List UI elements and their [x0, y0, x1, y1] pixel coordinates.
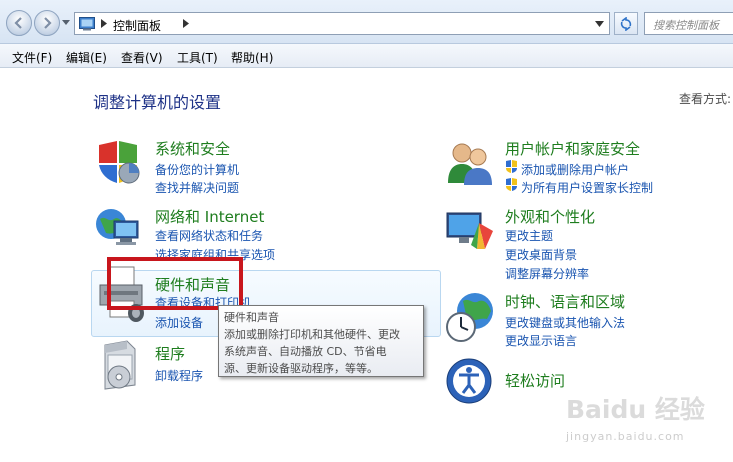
- forward-arrow-icon: [44, 17, 52, 29]
- programs-icon: [104, 340, 136, 390]
- globe-clock-icon: [446, 293, 493, 342]
- control-panel-icon: [79, 17, 95, 31]
- search-input[interactable]: 搜索控制面板: [644, 12, 733, 35]
- tooltip-hardware-sound: 硬件和声音 添加或删除打印机和其他硬件、更改 系统声音、自动播放 CD、节省电 …: [218, 305, 424, 377]
- forward-button[interactable]: [34, 10, 60, 36]
- link-troubleshoot[interactable]: 查找并解决问题: [155, 179, 239, 196]
- link-desktop-background[interactable]: 更改桌面背景: [505, 246, 577, 263]
- link-change-keyboard[interactable]: 更改键盘或其他输入法: [505, 314, 625, 331]
- address-dropdown-icon[interactable]: [595, 21, 604, 27]
- link-network-status[interactable]: 查看网络状态和任务: [155, 227, 263, 244]
- page-title: 调整计算机的设置: [93, 93, 222, 112]
- control-panel-content: 调整计算机的设置 查看方式: 系统和安全 备份您的计算机 查找并解决问题 网络和…: [0, 69, 733, 462]
- highlight-frame: [107, 257, 243, 310]
- ease-of-access-icon: [446, 358, 492, 404]
- watermark-url: jingyan.baidu.com: [566, 430, 685, 443]
- category-ease-of-access[interactable]: 轻松访问: [505, 370, 565, 391]
- category-clock-language-region[interactable]: 时钟、语言和区域: [505, 291, 625, 312]
- menu-edit[interactable]: 编辑(E): [66, 49, 107, 66]
- menu-file[interactable]: 文件(F): [12, 49, 52, 66]
- link-add-remove-accounts[interactable]: 添加或删除用户帐户: [521, 161, 629, 178]
- shield-icon: [99, 141, 140, 184]
- category-programs[interactable]: 程序: [155, 343, 185, 364]
- recent-pages-dropdown-icon[interactable]: [62, 18, 70, 26]
- link-backup-computer[interactable]: 备份您的计算机: [155, 161, 239, 178]
- tooltip-line: 硬件和声音: [224, 311, 279, 324]
- refresh-icon: [620, 16, 632, 31]
- breadcrumb-arrow-icon[interactable]: [183, 19, 189, 28]
- address-bar: 控制面板 搜索控制面板: [0, 0, 733, 44]
- address-path-box[interactable]: 控制面板: [74, 12, 610, 35]
- menu-tools[interactable]: 工具(T): [177, 49, 218, 66]
- link-change-theme[interactable]: 更改主题: [505, 227, 553, 244]
- appearance-icon: [446, 212, 493, 249]
- tooltip-line: 源、更新设备驱动程序，等等。: [224, 362, 378, 375]
- link-screen-resolution[interactable]: 调整屏幕分辨率: [505, 265, 589, 282]
- category-appearance[interactable]: 外观和个性化: [505, 206, 595, 227]
- category-system-security[interactable]: 系统和安全: [155, 138, 230, 159]
- breadcrumb-arrow-icon[interactable]: [101, 19, 107, 28]
- link-uninstall-program[interactable]: 卸载程序: [155, 367, 203, 384]
- network-icon: [96, 209, 139, 245]
- category-network-internet[interactable]: 网络和 Internet: [155, 206, 264, 227]
- users-icon: [448, 143, 492, 185]
- link-add-device[interactable]: 添加设备: [155, 314, 203, 331]
- uac-shield-icon: [506, 160, 517, 173]
- menu-view[interactable]: 查看(V): [121, 49, 163, 66]
- refresh-button[interactable]: [614, 12, 638, 35]
- uac-shield-icon: [506, 178, 517, 191]
- baidu-watermark: Baidu 经验 jingyan.baidu.com: [560, 390, 730, 450]
- link-display-language[interactable]: 更改显示语言: [505, 332, 577, 349]
- tooltip-line: 系统声音、自动播放 CD、节省电: [224, 345, 387, 358]
- menu-bar: 文件(F) 编辑(E) 查看(V) 工具(T) 帮助(H): [0, 44, 733, 68]
- back-button[interactable]: [6, 10, 32, 36]
- back-arrow-icon: [14, 17, 22, 29]
- link-parental-controls[interactable]: 为所有用户设置家长控制: [521, 179, 653, 196]
- view-by-label[interactable]: 查看方式:: [679, 90, 731, 107]
- tooltip-line: 添加或删除打印机和其他硬件、更改: [224, 328, 400, 341]
- breadcrumb-control-panel[interactable]: 控制面板: [113, 17, 161, 34]
- watermark-brand: Baidu 经验: [566, 395, 705, 424]
- menu-help[interactable]: 帮助(H): [231, 49, 273, 66]
- category-user-accounts[interactable]: 用户帐户和家庭安全: [505, 138, 640, 159]
